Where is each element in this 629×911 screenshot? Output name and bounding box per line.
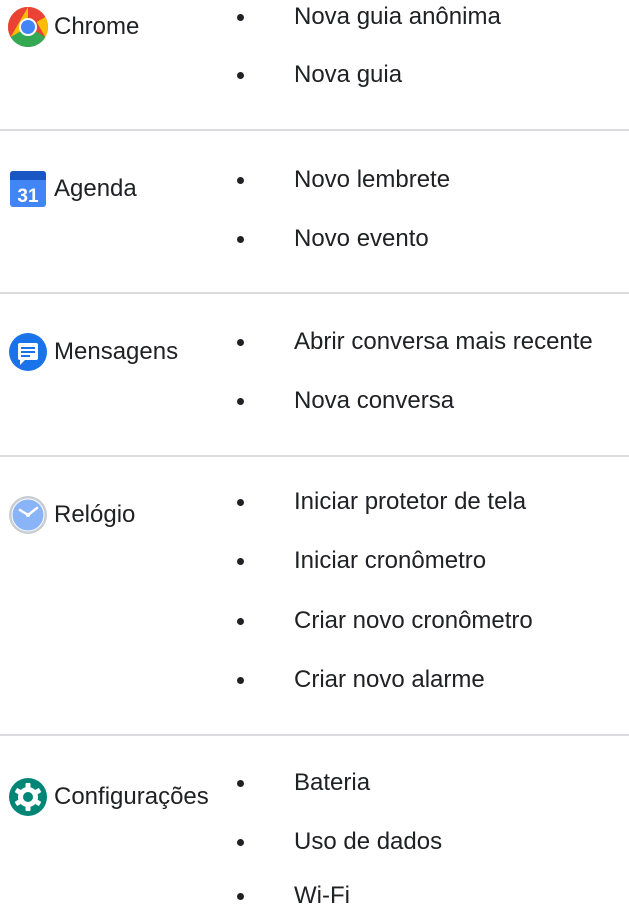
shortcut-item[interactable]: Abrir conversa mais recente [237,327,593,357]
shortcut-item[interactable]: Wi-Fi [237,881,350,911]
shortcut-label: Criar novo alarme [294,666,485,693]
shortcut-item[interactable]: Nova guia [237,60,403,90]
bullet [237,839,244,846]
clock-icon [6,493,50,537]
shortcut-item[interactable]: Iniciar protetor de tela [237,487,527,517]
app-clock[interactable]: Relógio [6,493,135,537]
shortcut-item[interactable]: Criar novo cronômetro [237,606,533,636]
bullet [237,499,244,506]
shortcut-label: Criar novo cronômetro [294,607,533,634]
shortcut-label: Wi-Fi [294,882,350,909]
app-agenda[interactable]: 31 Agenda [6,167,137,211]
bullet [237,677,244,684]
calendar-icon-day: 31 [17,186,39,207]
shortcut-item[interactable]: Uso de dados [237,827,443,857]
app-settings[interactable]: Configurações [6,775,209,819]
messages-icon [6,330,50,374]
app-name: Relógio [54,501,136,528]
app-name: Mensagens [54,338,179,365]
shortcut-label: Iniciar protetor de tela [294,488,527,515]
app-messages[interactable]: Mensagens [6,330,178,374]
bullet [237,339,244,346]
app-name: Chrome [54,13,140,40]
bullet [237,14,244,21]
bullet [237,618,244,625]
shortcut-label: Bateria [294,769,371,796]
divider [0,129,629,131]
bullet [237,558,244,565]
bullet [237,893,244,900]
bullet [237,177,244,184]
shortcut-item[interactable]: Nova conversa [237,386,455,416]
calendar-icon: 31 [6,167,50,211]
chrome-icon [6,5,50,49]
shortcut-item[interactable]: Novo evento [237,224,429,254]
app-chrome[interactable]: Chrome [6,5,139,49]
shortcut-label: Novo evento [294,225,429,252]
shortcut-label: Iniciar cronômetro [294,547,487,574]
shortcut-item[interactable]: Bateria [237,768,371,798]
app-name: Agenda [54,175,137,202]
divider [0,455,629,457]
shortcut-item[interactable]: Criar novo alarme [237,665,485,695]
bullet [237,780,244,787]
shortcut-item[interactable]: Novo lembrete [237,165,451,195]
settings-gear-icon [6,775,50,819]
shortcut-item[interactable]: Iniciar cronômetro [237,546,487,576]
divider [0,734,629,736]
bullet [237,72,244,79]
shortcut-label: Nova guia anônima [294,3,501,30]
app-name: Configurações [54,783,209,810]
shortcut-label: Uso de dados [294,828,443,855]
shortcut-label: Nova guia [294,61,403,88]
bullet [237,398,244,405]
shortcut-label: Abrir conversa mais recente [294,328,593,355]
shortcut-label: Novo lembrete [294,166,451,193]
divider [0,292,629,294]
shortcut-label: Nova conversa [294,387,455,414]
bullet [237,236,244,243]
shortcut-item[interactable]: Nova guia anônima [237,2,501,32]
